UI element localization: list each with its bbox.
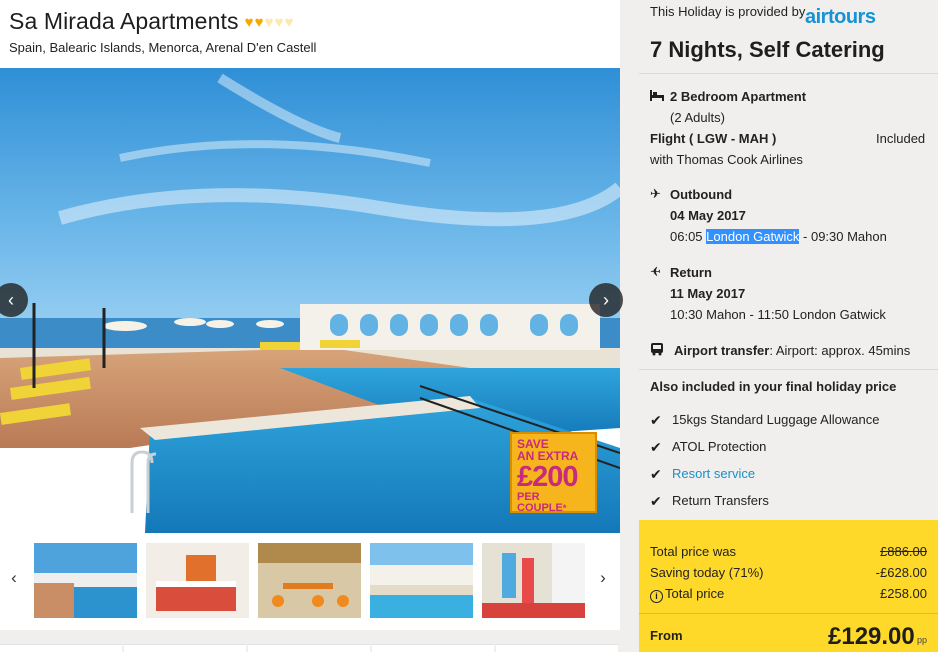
hotel-panel: Sa Mirada Apartments ♥ ♥ ♥ ♥ ♥ Spain, Baleari… xyxy=(0,0,623,652)
gallery-next-button[interactable]: › xyxy=(589,283,623,317)
thumb-image xyxy=(482,543,585,618)
also-included-title: Also included in your final holiday pric… xyxy=(650,379,897,394)
heart-icon: ♥ xyxy=(274,14,284,31)
tab-stub[interactable] xyxy=(372,644,494,652)
thumb-image xyxy=(34,543,137,618)
included-item: Return Transfers xyxy=(672,493,769,508)
tab-stub[interactable] xyxy=(496,644,618,652)
thumbnail-bedroom[interactable] xyxy=(146,543,249,618)
per-person-price: £129.00 xyxy=(828,623,915,650)
promo-line3: PER COUPLE xyxy=(517,491,563,514)
check-icon: ✔ xyxy=(650,466,662,482)
provided-by-label: This Holiday is provided by xyxy=(650,4,806,19)
chevron-left-icon: ‹ xyxy=(8,289,14,310)
hotel-location: Spain, Balearic Islands, Menorca, Arenal… xyxy=(9,40,317,55)
provider-logo: airtours xyxy=(805,6,876,28)
thumb-image xyxy=(146,543,249,618)
thumbnail-restaurant[interactable] xyxy=(258,543,361,618)
outbound-dep-airport: London Gatwick xyxy=(706,229,800,244)
guest-count: (2 Adults) xyxy=(670,110,725,125)
duration-title: 7 Nights, Self Catering xyxy=(650,37,885,62)
thumbnail-pool-view[interactable] xyxy=(34,543,137,618)
thumbs-prev-button[interactable]: ‹ xyxy=(5,568,23,588)
thumb-image xyxy=(370,543,473,618)
transfer-label: Airport transfer xyxy=(674,343,770,358)
check-icon: ✔ xyxy=(650,439,662,455)
plane-outbound-icon: ✈ xyxy=(650,186,661,201)
outbound-date: 04 May 2017 xyxy=(670,208,746,223)
saving-label: Saving today (71%) xyxy=(650,565,764,580)
price-box: Total price was £886.00 Saving today (71… xyxy=(639,520,938,652)
heart-icon: ♥ xyxy=(254,14,264,31)
tab-stub[interactable] xyxy=(248,644,370,652)
per-person-label: pp xyxy=(917,635,928,645)
total-price-row: i Total price xyxy=(650,586,724,603)
chevron-right-icon: › xyxy=(603,289,609,310)
bus-icon xyxy=(650,342,664,359)
return-label: Return xyxy=(670,265,712,280)
divider xyxy=(639,73,938,74)
promo-mark: * xyxy=(562,503,567,513)
thumbnail-playground[interactable] xyxy=(482,543,585,618)
outbound-rest: - 09:30 Mahon xyxy=(799,229,887,244)
from-label: From xyxy=(650,628,683,643)
heart-icon: ♥ xyxy=(244,14,254,31)
hotel-name: Sa Mirada Apartments xyxy=(9,8,239,34)
thumb-image xyxy=(258,543,361,618)
flight-status: Included xyxy=(876,131,926,146)
return-date: 11 May 2017 xyxy=(670,286,746,301)
total-was-label: Total price was xyxy=(650,544,736,559)
included-item-link[interactable]: Resort service xyxy=(672,466,755,481)
included-item: 15kgs Standard Luggage Allowance xyxy=(672,412,880,427)
info-icon[interactable]: i xyxy=(650,590,663,603)
thumbs-next-button[interactable]: › xyxy=(594,568,612,588)
hotel-title: Sa Mirada Apartments ♥ ♥ ♥ ♥ ♥ xyxy=(9,8,294,35)
return-times: 10:30 Mahon - 11:50 London Gatwick xyxy=(670,307,886,322)
check-icon: ✔ xyxy=(650,493,662,509)
included-item: ATOL Protection xyxy=(672,439,767,454)
room-type: 2 Bedroom Apartment xyxy=(670,89,807,104)
total-was-value: £886.00 xyxy=(880,544,927,559)
tab-stub[interactable] xyxy=(124,644,246,652)
price-divider xyxy=(639,613,938,614)
airline: with Thomas Cook Airlines xyxy=(650,152,803,167)
outbound-label: Outbound xyxy=(670,187,733,202)
promo-amount: £200 xyxy=(517,461,579,493)
chevron-right-icon: › xyxy=(600,568,606,587)
check-icon: ✔ xyxy=(650,412,662,428)
chevron-left-icon: ‹ xyxy=(11,568,17,587)
heart-icon: ♥ xyxy=(284,14,294,31)
tab-stub[interactable] xyxy=(0,644,122,652)
transfer-detail: : Airport: approx. 45mins xyxy=(769,343,911,358)
total-price-label: Total price xyxy=(665,586,725,601)
saving-value: -£628.00 xyxy=(875,565,927,580)
flight-route: Flight ( LGW - MAH ) xyxy=(650,131,777,146)
bed-icon xyxy=(650,89,664,104)
promo-badge: SAVE AN EXTRA £200 PER COUPLE* xyxy=(510,432,597,514)
outbound-times: 06:05 London Gatwick - 09:30 Mahon xyxy=(670,229,887,244)
thumbnail-strip: ‹ › xyxy=(0,533,620,630)
thumbnail-pool-exterior[interactable] xyxy=(370,543,473,618)
divider xyxy=(639,369,938,370)
heart-icon: ♥ xyxy=(264,14,274,31)
holiday-summary: This Holiday is provided by airtours 7 N… xyxy=(639,0,938,652)
rating-hearts: ♥ ♥ ♥ ♥ ♥ xyxy=(245,15,294,30)
outbound-dep-time: 06:05 xyxy=(670,229,703,244)
bottom-tabs xyxy=(0,630,620,652)
plane-return-icon: ✈ xyxy=(650,264,661,279)
total-price-value: £258.00 xyxy=(880,586,927,601)
airport-transfer: Airport transfer: Airport: approx. 45min… xyxy=(674,343,910,358)
